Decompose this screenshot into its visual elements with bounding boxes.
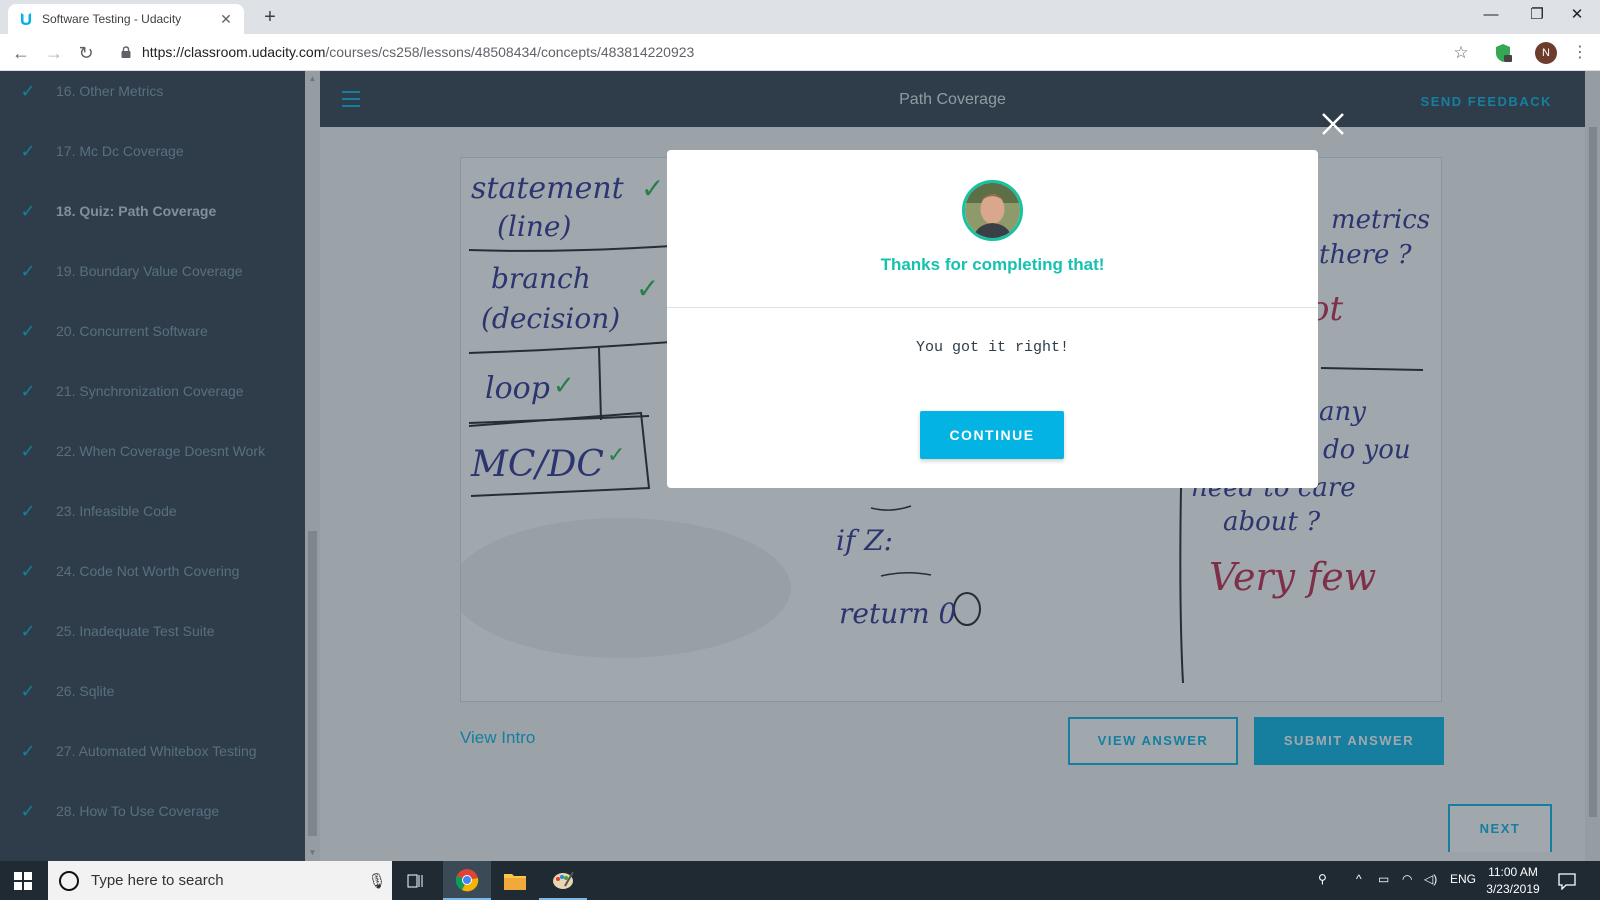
result-message: You got it right! <box>915 339 1070 356</box>
new-tab-button[interactable]: + <box>258 5 282 29</box>
paint-app-icon[interactable] <box>539 861 587 900</box>
forward-button[interactable]: → <box>42 41 66 65</box>
people-icon[interactable]: ⚲ <box>1318 872 1327 886</box>
battery-icon[interactable]: ▭ <box>1378 872 1389 886</box>
completion-modal: Thanks for completing that! You got it r… <box>667 150 1318 488</box>
tab-close-icon[interactable]: ✕ <box>218 11 234 28</box>
browser-tabstrip: Software Testing - Udacity ✕ + — ❐ ✕ <box>0 0 1600 34</box>
windows-taskbar: Type here to search 🎙 ⚲ ^ ▭ ◠ ◁) ENG 11:… <box>0 861 1600 900</box>
url-host: https://classroom.udacity.com <box>142 44 326 60</box>
clock-date: 3/23/2019 <box>1486 882 1540 896</box>
windows-start-icon[interactable] <box>14 872 32 890</box>
lock-icon <box>121 46 131 58</box>
mentor-avatar <box>962 180 1023 241</box>
clock-time: 11:00 AM <box>1488 865 1538 879</box>
microphone-icon[interactable]: 🎙 <box>362 872 392 890</box>
continue-button[interactable]: CONTINUE <box>920 411 1064 459</box>
chrome-taskbar-icon[interactable] <box>443 861 491 900</box>
url-text: https://classroom.udacity.com/courses/cs… <box>142 44 694 60</box>
close-icon[interactable] <box>1320 111 1346 137</box>
classroom-page: ✓ 16. Other Metrics ✓ 17. Mc Dc Coverage ✓… <box>0 71 1600 861</box>
extension-shield-icon[interactable] <box>1492 42 1514 64</box>
file-explorer-icon[interactable] <box>491 861 539 900</box>
url-path: /courses/cs258/lessons/48508434/concepts… <box>325 44 695 60</box>
search-placeholder: Type here to search <box>91 872 224 889</box>
volume-icon[interactable]: ◁) <box>1424 872 1437 886</box>
modal-divider <box>667 307 1318 308</box>
minimize-button[interactable]: — <box>1468 0 1514 30</box>
action-center-icon[interactable] <box>1558 872 1576 890</box>
tray-chevron-icon[interactable]: ^ <box>1356 872 1362 886</box>
bookmark-star-icon[interactable]: ☆ <box>1450 42 1472 64</box>
browser-menu-icon[interactable]: ⋮ <box>1572 42 1588 64</box>
system-clock[interactable]: 11:00 AM 3/23/2019 <box>1472 864 1554 898</box>
udacity-logo-icon <box>21 13 31 25</box>
task-view-icon[interactable] <box>392 861 440 900</box>
cortana-icon <box>59 870 79 891</box>
browser-tab[interactable]: Software Testing - Udacity ✕ <box>8 4 244 34</box>
browser-toolbar: ← → ↻ https://classroom.udacity.com/cour… <box>0 34 1600 71</box>
profile-avatar[interactable]: N <box>1535 42 1557 64</box>
mentor-photo <box>965 183 1020 238</box>
reload-button[interactable]: ↻ <box>74 41 98 65</box>
close-window-button[interactable]: ✕ <box>1554 0 1600 30</box>
back-button[interactable]: ← <box>9 41 33 65</box>
taskbar-search[interactable]: Type here to search 🎙 <box>48 861 392 900</box>
modal-heading: Thanks for completing that! <box>880 255 1105 274</box>
tab-title: Software Testing - Udacity <box>42 12 182 26</box>
wifi-icon[interactable]: ◠ <box>1402 872 1412 886</box>
address-bar[interactable]: https://classroom.udacity.com/courses/cs… <box>110 38 1480 66</box>
